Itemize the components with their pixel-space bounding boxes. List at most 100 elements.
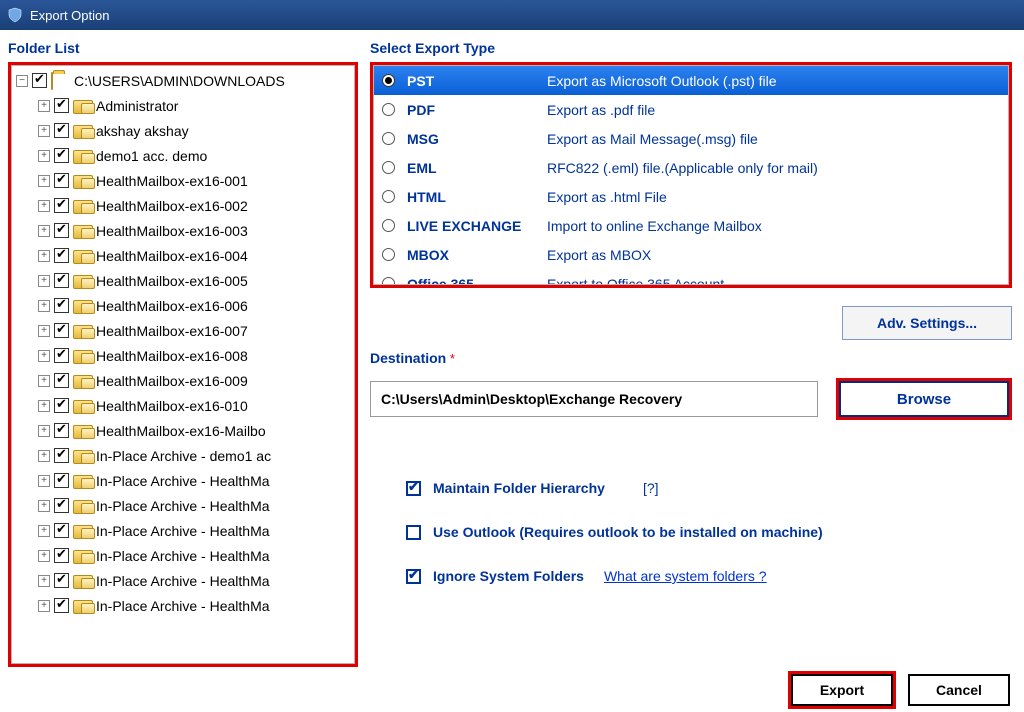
folder-list[interactable]: −C:\USERS\ADMIN\DOWNLOADS+Administrator+…: [11, 65, 355, 664]
system-folders-link[interactable]: What are system folders ?: [604, 568, 767, 584]
tree-root[interactable]: −C:\USERS\ADMIN\DOWNLOADS: [14, 68, 352, 93]
tree-item[interactable]: +In-Place Archive - HealthMa: [14, 568, 352, 593]
tree-item[interactable]: +HealthMailbox-ex16-009: [14, 368, 352, 393]
tree-item[interactable]: +In-Place Archive - HealthMa: [14, 468, 352, 493]
export-type-row[interactable]: MBOXExport as MBOX: [374, 240, 1008, 269]
item-checkbox[interactable]: [54, 523, 69, 538]
radio-icon[interactable]: [382, 219, 395, 232]
expand-icon[interactable]: +: [38, 425, 50, 437]
tree-item[interactable]: +HealthMailbox-ex16-004: [14, 243, 352, 268]
item-checkbox[interactable]: [54, 298, 69, 313]
export-type-row[interactable]: HTMLExport as .html File: [374, 182, 1008, 211]
export-type-row[interactable]: LIVE EXCHANGEImport to online Exchange M…: [374, 211, 1008, 240]
tree-item[interactable]: +akshay akshay: [14, 118, 352, 143]
item-checkbox[interactable]: [54, 423, 69, 438]
item-checkbox[interactable]: [54, 448, 69, 463]
expand-icon[interactable]: +: [38, 350, 50, 362]
tree-item[interactable]: + Administrator: [14, 93, 352, 118]
tree-item[interactable]: +In-Place Archive - HealthMa: [14, 518, 352, 543]
item-checkbox[interactable]: [54, 323, 69, 338]
export-type-list[interactable]: PSTExport as Microsoft Outlook (.pst) fi…: [373, 65, 1009, 285]
expand-icon[interactable]: +: [38, 100, 50, 112]
item-checkbox[interactable]: [54, 373, 69, 388]
type-desc: Export as MBOX: [547, 247, 651, 263]
expand-icon[interactable]: +: [38, 275, 50, 287]
required-asterisk: *: [450, 351, 455, 366]
expand-icon[interactable]: +: [38, 225, 50, 237]
item-label: HealthMailbox-ex16-007: [96, 323, 248, 339]
radio-icon[interactable]: [382, 248, 395, 261]
radio-icon[interactable]: [382, 161, 395, 174]
item-checkbox[interactable]: [54, 548, 69, 563]
expand-icon[interactable]: +: [38, 325, 50, 337]
browse-button[interactable]: Browse: [839, 381, 1009, 417]
tree-item[interactable]: +HealthMailbox-ex16-003: [14, 218, 352, 243]
root-checkbox[interactable]: [32, 73, 47, 88]
expand-icon[interactable]: +: [38, 500, 50, 512]
item-checkbox[interactable]: [54, 148, 69, 163]
use-outlook-checkbox[interactable]: [406, 525, 421, 540]
item-label: Administrator: [96, 98, 178, 114]
tree-item[interactable]: +demo1 acc. demo: [14, 143, 352, 168]
export-type-row[interactable]: PDFExport as .pdf file: [374, 95, 1008, 124]
item-checkbox[interactable]: [54, 173, 69, 188]
item-checkbox[interactable]: [54, 598, 69, 613]
item-label: HealthMailbox-ex16-010: [96, 398, 248, 414]
expand-icon[interactable]: +: [38, 150, 50, 162]
item-checkbox[interactable]: [54, 398, 69, 413]
tree-item[interactable]: +In-Place Archive - HealthMa: [14, 543, 352, 568]
export-type-row[interactable]: PSTExport as Microsoft Outlook (.pst) fi…: [374, 66, 1008, 95]
maintain-help-link[interactable]: [?]: [643, 480, 659, 496]
item-checkbox[interactable]: [54, 223, 69, 238]
radio-icon[interactable]: [382, 103, 395, 116]
item-label: In-Place Archive - HealthMa: [96, 598, 270, 614]
expand-icon[interactable]: +: [38, 525, 50, 537]
tree-item[interactable]: +HealthMailbox-ex16-005: [14, 268, 352, 293]
cancel-button[interactable]: Cancel: [908, 674, 1010, 706]
adv-settings-button[interactable]: Adv. Settings...: [842, 306, 1012, 340]
radio-icon[interactable]: [382, 190, 395, 203]
expand-icon[interactable]: +: [38, 450, 50, 462]
item-checkbox[interactable]: [54, 198, 69, 213]
maintain-hierarchy-checkbox[interactable]: [406, 481, 421, 496]
item-checkbox[interactable]: [54, 498, 69, 513]
expand-icon[interactable]: +: [38, 475, 50, 487]
tree-item[interactable]: +HealthMailbox-ex16-002: [14, 193, 352, 218]
expand-icon[interactable]: +: [38, 250, 50, 262]
export-type-row[interactable]: MSGExport as Mail Message(.msg) file: [374, 124, 1008, 153]
tree-item[interactable]: + HealthMailbox-ex16-007: [14, 318, 352, 343]
tree-item[interactable]: +HealthMailbox-ex16-Mailbo: [14, 418, 352, 443]
radio-icon[interactable]: [382, 74, 395, 87]
expand-icon[interactable]: +: [38, 575, 50, 587]
item-checkbox[interactable]: [54, 348, 69, 363]
expand-icon[interactable]: +: [38, 600, 50, 612]
tree-item[interactable]: +In-Place Archive - HealthMa: [14, 493, 352, 518]
item-checkbox[interactable]: [54, 123, 69, 138]
item-checkbox[interactable]: [54, 248, 69, 263]
expand-icon[interactable]: +: [38, 300, 50, 312]
item-checkbox[interactable]: [54, 98, 69, 113]
item-checkbox[interactable]: [54, 573, 69, 588]
tree-item[interactable]: +HealthMailbox-ex16-008: [14, 343, 352, 368]
tree-item[interactable]: +In-Place Archive - demo1 ac: [14, 443, 352, 468]
item-checkbox[interactable]: [54, 273, 69, 288]
expand-icon[interactable]: +: [38, 375, 50, 387]
destination-input[interactable]: [370, 381, 818, 417]
expand-icon[interactable]: +: [38, 175, 50, 187]
collapse-icon[interactable]: −: [16, 75, 28, 87]
expand-icon[interactable]: +: [38, 400, 50, 412]
tree-item[interactable]: + HealthMailbox-ex16-010: [14, 393, 352, 418]
tree-item[interactable]: +HealthMailbox-ex16-001: [14, 168, 352, 193]
export-type-row[interactable]: EMLRFC822 (.eml) file.(Applicable only f…: [374, 153, 1008, 182]
expand-icon[interactable]: +: [38, 550, 50, 562]
ignore-system-checkbox[interactable]: [406, 569, 421, 584]
expand-icon[interactable]: +: [38, 125, 50, 137]
export-type-row[interactable]: Office 365Export to Office 365 Account: [374, 269, 1008, 285]
radio-icon[interactable]: [382, 277, 395, 285]
export-button[interactable]: Export: [791, 674, 893, 706]
tree-item[interactable]: + In-Place Archive - HealthMa: [14, 593, 352, 618]
tree-item[interactable]: +HealthMailbox-ex16-006: [14, 293, 352, 318]
radio-icon[interactable]: [382, 132, 395, 145]
expand-icon[interactable]: +: [38, 200, 50, 212]
item-checkbox[interactable]: [54, 473, 69, 488]
